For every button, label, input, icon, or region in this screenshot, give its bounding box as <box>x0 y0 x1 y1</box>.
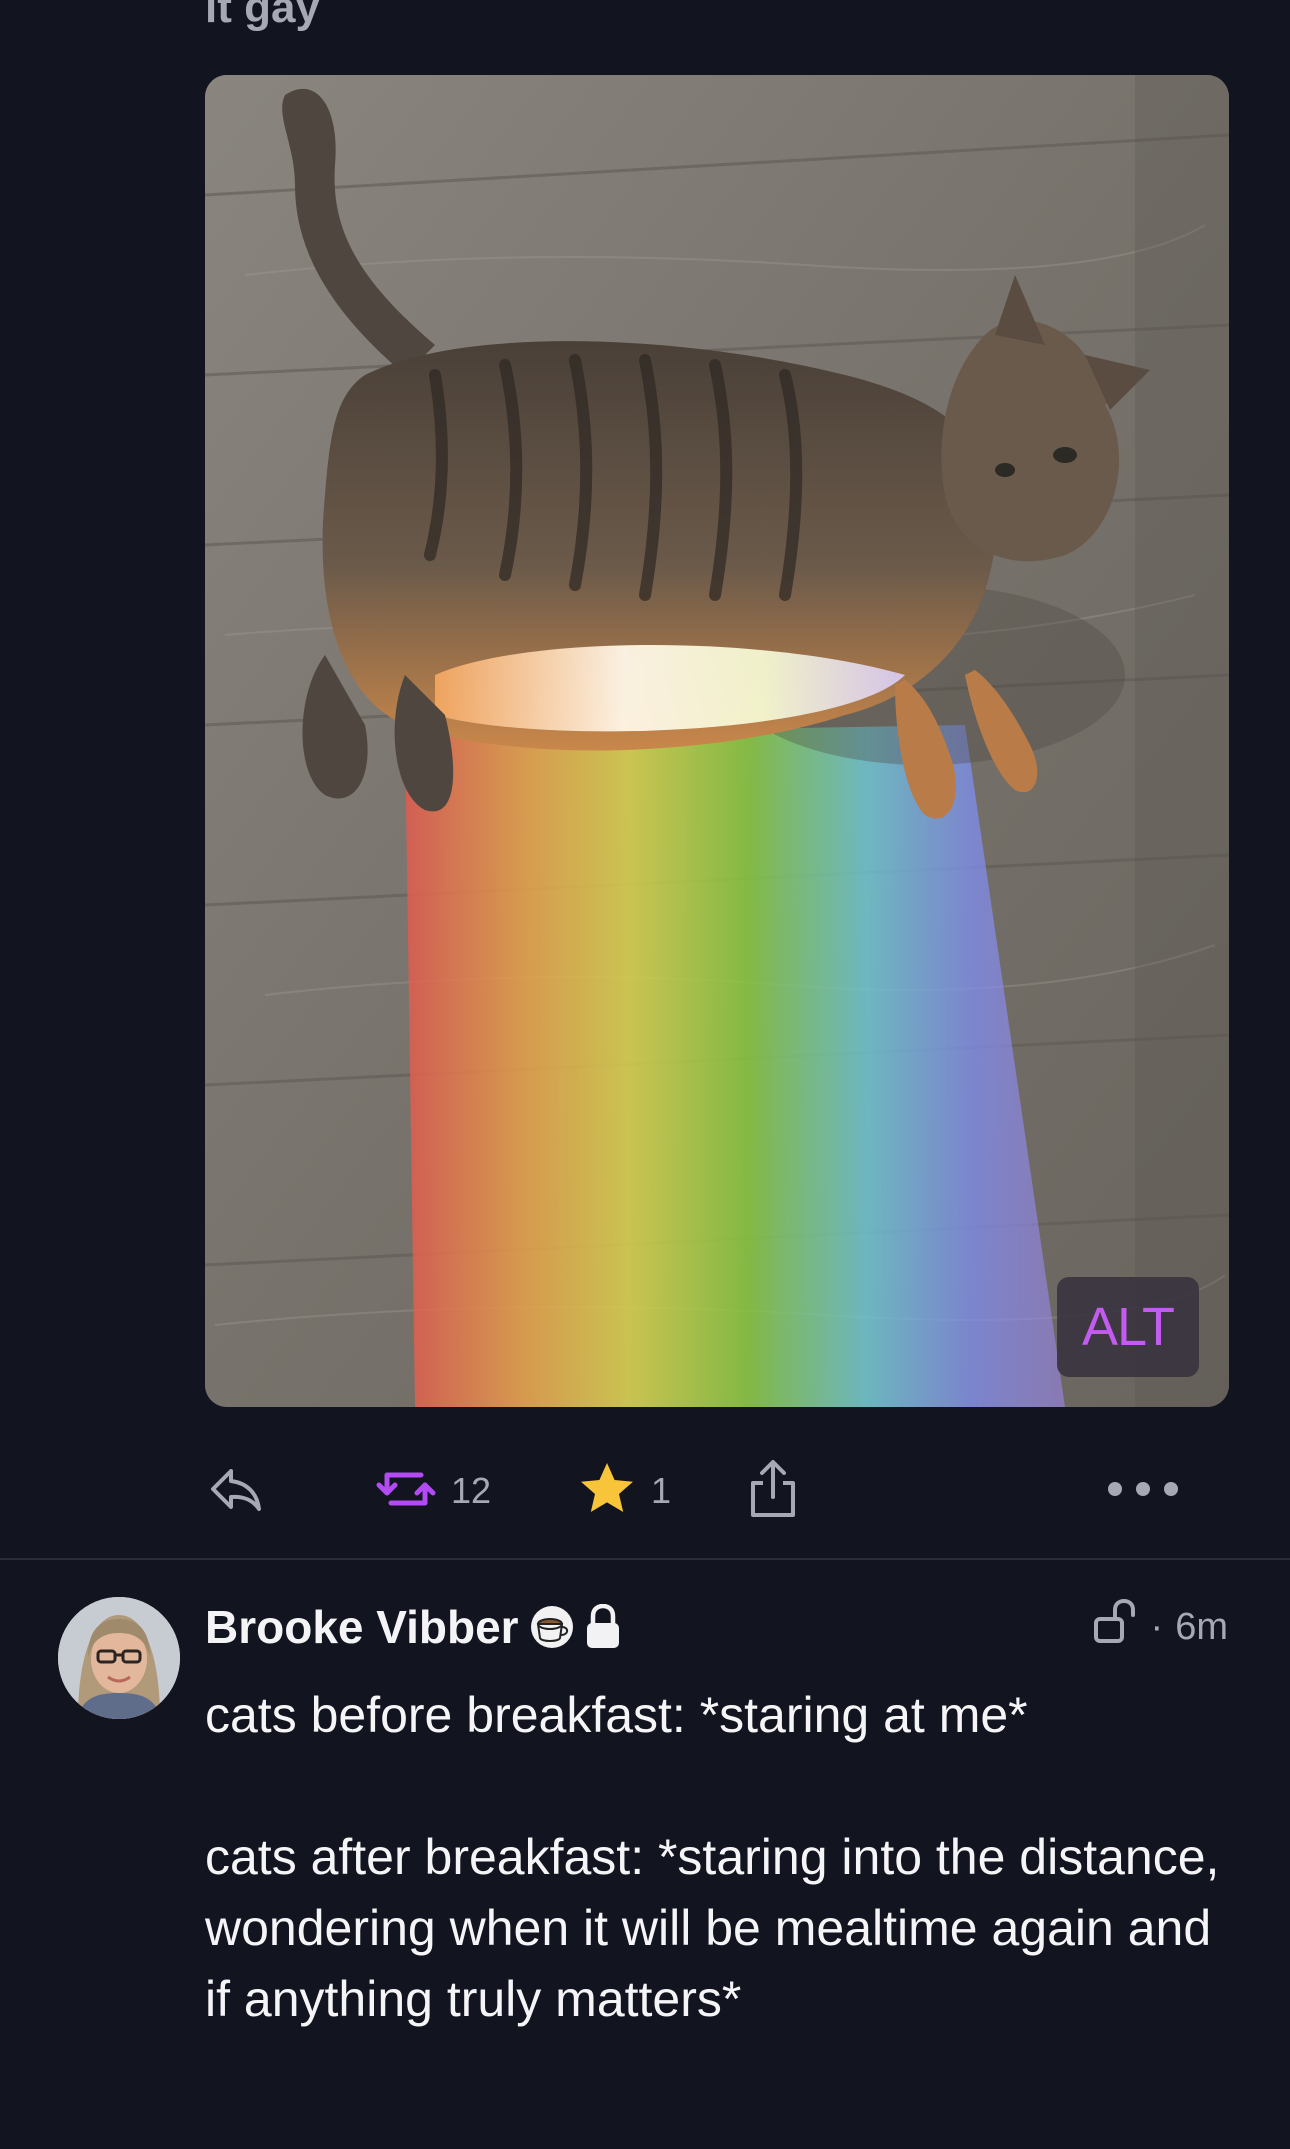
previous-post-text: it gay <box>205 0 320 32</box>
post-meta: · 6m <box>1093 1596 1228 1658</box>
avatar[interactable] <box>58 1597 180 1719</box>
meta-separator: · <box>1150 1605 1164 1648</box>
post-divider <box>0 1558 1290 1560</box>
avatar-image <box>58 1597 180 1719</box>
boost-button[interactable]: 12 <box>375 1455 491 1527</box>
post-timestamp[interactable]: 6m <box>1175 1606 1228 1649</box>
post-media-image[interactable]: ALT <box>205 75 1229 1407</box>
post-content: cats before breakfast: *staring at me* c… <box>205 1680 1235 2035</box>
more-options-button[interactable] <box>1105 1455 1181 1527</box>
author-name[interactable]: Brooke Vibber <box>205 1600 519 1654</box>
ellipsis-icon <box>1105 1479 1181 1504</box>
cat-rainbow-photo <box>205 75 1229 1407</box>
reply-button[interactable] <box>205 1455 265 1527</box>
favorite-count: 1 <box>651 1470 672 1511</box>
share-button[interactable] <box>745 1455 801 1527</box>
reply-icon <box>205 1459 265 1524</box>
star-icon <box>577 1459 637 1524</box>
coffee-cup-icon <box>529 1604 575 1650</box>
alt-text-button[interactable]: ALT <box>1057 1277 1199 1377</box>
unlocked-icon <box>1093 1598 1139 1655</box>
boost-icon <box>375 1459 437 1524</box>
author-row: Brooke Vibber <box>205 1596 621 1658</box>
share-icon <box>745 1457 801 1526</box>
post-paragraph: cats after breakfast: *staring into the … <box>205 1829 1220 2027</box>
favorite-button[interactable]: 1 <box>577 1455 671 1527</box>
lock-icon <box>585 1604 621 1650</box>
post-action-bar: 12 1 <box>205 1455 1229 1527</box>
post-paragraph: cats before breakfast: *staring at me* <box>205 1687 1028 1743</box>
boost-count: 12 <box>451 1470 492 1511</box>
